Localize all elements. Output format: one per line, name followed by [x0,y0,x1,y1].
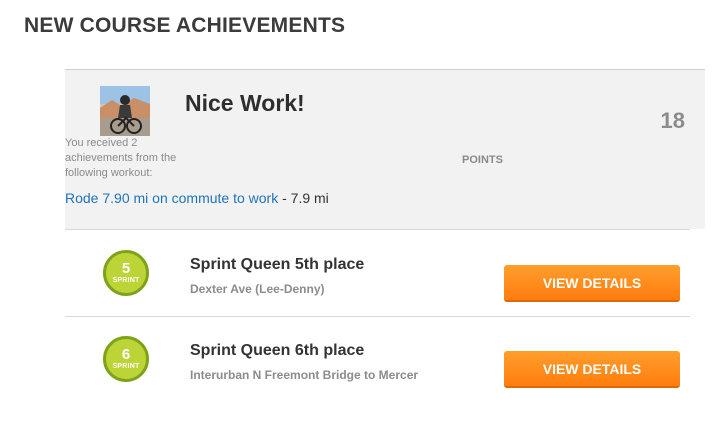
sprint-badge-icon: 6 SPRINT [103,336,149,382]
achievement-row: 6 SPRINT Sprint Queen 6th place Interurb… [65,316,690,402]
cyclist-photo-icon[interactable] [100,86,150,136]
achievement-segment: Dexter Ave (Lee-Denny) [190,282,325,296]
page-title: NEW COURSE ACHIEVEMENTS [24,14,346,37]
activity-link[interactable]: Rode 7.90 mi on commute to work [65,190,278,206]
achievement-row: 5 SPRINT Sprint Queen 5th place Dexter A… [65,229,690,317]
achievement-name: Sprint Queen 5th place [190,256,365,273]
badge-number: 5 [121,259,131,277]
badge-label: SPRINT [112,276,140,284]
badge-number: 6 [121,345,131,363]
view-details-button[interactable]: VIEW DETAILS [504,351,680,388]
workout-summary: Nice Work! You received 2 achievements f… [65,69,705,229]
achievement-segment: Interurban N Freemont Bridge to Mercer [190,368,419,382]
sprint-badge-icon: 5 SPRINT [103,250,149,296]
badge-label: SPRINT [112,362,140,370]
activity-distance: - 7.9 mi [278,190,329,206]
view-details-button[interactable]: VIEW DETAILS [504,265,680,302]
achievement-name: Sprint Queen 6th place [190,342,365,359]
achievements-message: You received 2 achievements from the fol… [65,137,177,179]
points-label: POINTS [462,154,503,166]
summary-heading: Nice Work! [185,90,305,116]
points-value: 18 [660,108,685,133]
activity-line: Rode 7.90 mi on commute to work - 7.9 mi [65,190,329,206]
